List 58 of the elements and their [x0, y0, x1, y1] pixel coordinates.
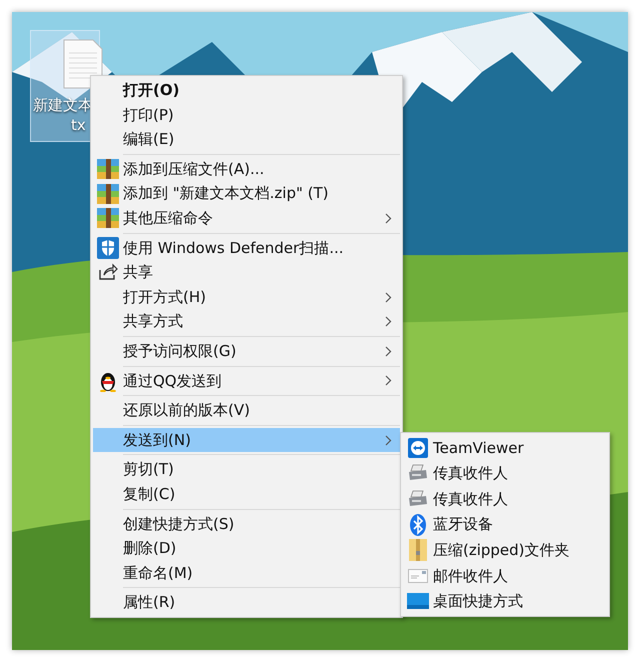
submenu-item[interactable]: 桌面快捷方式 — [403, 588, 607, 614]
envelope-icon — [408, 568, 428, 583]
menu-item-label: 授予访问权限(G) — [123, 340, 238, 362]
menu-item-label: 创建快捷方式(S) — [123, 514, 236, 535]
menu-item-label: 添加到压缩文件(A)... — [123, 158, 266, 180]
menu-item[interactable]: 属性(R) — [93, 590, 400, 615]
menu-item[interactable]: 授予访问权限(G) — [93, 338, 400, 364]
share-icon — [98, 263, 118, 282]
desktop-icon — [407, 593, 429, 610]
menu-item-label: 共享 — [123, 262, 154, 284]
menu-item-label: 其他压缩命令 — [123, 208, 214, 230]
archive-icon — [97, 184, 119, 204]
two-way-arrow-icon — [408, 438, 428, 458]
menu-item[interactable]: 剪切(T) — [93, 457, 400, 482]
menu-item[interactable]: 共享方式 — [93, 309, 400, 334]
menu-item[interactable]: 其他压缩命令 — [93, 206, 400, 231]
menu-item-label: 属性(R) — [123, 592, 176, 614]
menu-item[interactable]: 还原以前的版本(V) — [93, 398, 400, 423]
file-name: 新建文本 — [33, 95, 93, 115]
submenu-item[interactable]: 传真收件人 — [403, 486, 607, 512]
archive-icon — [97, 159, 119, 180]
submenu-item[interactable]: 压缩(zipped)文件夹 — [403, 537, 607, 563]
submenu-item[interactable]: 蓝牙设备 — [403, 512, 607, 538]
menu-item[interactable]: 重命名(M) — [93, 560, 400, 586]
menu-item-label: 添加到 "新建文本文档.zip" (T) — [123, 183, 330, 204]
menu-item-label: 共享方式 — [123, 311, 184, 332]
menu-item[interactable]: 通过QQ发送到 — [93, 368, 400, 394]
menu-item[interactable]: 添加到 "新建文本文档.zip" (T) — [93, 181, 400, 206]
printer-icon — [408, 464, 428, 482]
menu-item-label: 使用 Windows Defender扫描... — [123, 238, 345, 259]
menu-item-label: 还原以前的版本(V) — [123, 400, 251, 422]
menu-item[interactable]: 使用 Windows Defender扫描... — [93, 236, 400, 260]
archive-icon — [97, 208, 119, 228]
menu-item-label: 通过QQ发送到 — [123, 370, 223, 392]
submenu-item[interactable]: 传真收件人 — [403, 460, 607, 486]
menu-item[interactable]: 打开方式(H) — [93, 284, 400, 310]
menu-item-label: 删除(D) — [123, 538, 178, 560]
printer-icon — [408, 490, 428, 508]
menu-item-label: 打开(O) — [123, 80, 180, 102]
file-name: tx — [71, 115, 86, 135]
menu-item-label: 发送到(N) — [123, 430, 192, 451]
menu-item[interactable]: 复制(C) — [93, 482, 400, 506]
menu-item[interactable]: 添加到压缩文件(A)... — [93, 156, 400, 182]
zip-folder-icon — [409, 539, 427, 562]
menu-item-label: 复制(C) — [123, 484, 176, 505]
shield-icon — [97, 236, 119, 259]
menu-item-label: 剪切(T) — [123, 459, 175, 480]
menu-item-label: 打印(P) — [123, 104, 175, 126]
menu-item-label: 重命名(M) — [123, 562, 194, 584]
menu-item-label: 编辑(E) — [123, 129, 176, 150]
menu-item[interactable]: 共享 — [93, 260, 400, 285]
menu-item-label: 打开方式(H) — [123, 286, 207, 308]
menu-item[interactable]: 发送到(N) — [93, 428, 400, 452]
submenu-item[interactable]: TeamViewer — [403, 435, 607, 461]
submenu-item[interactable]: 邮件收件人 — [403, 562, 607, 589]
menu-item[interactable]: 删除(D) — [93, 536, 400, 561]
bluetooth-icon — [410, 514, 426, 536]
menu-item[interactable]: 创建快捷方式(S) — [93, 512, 400, 536]
